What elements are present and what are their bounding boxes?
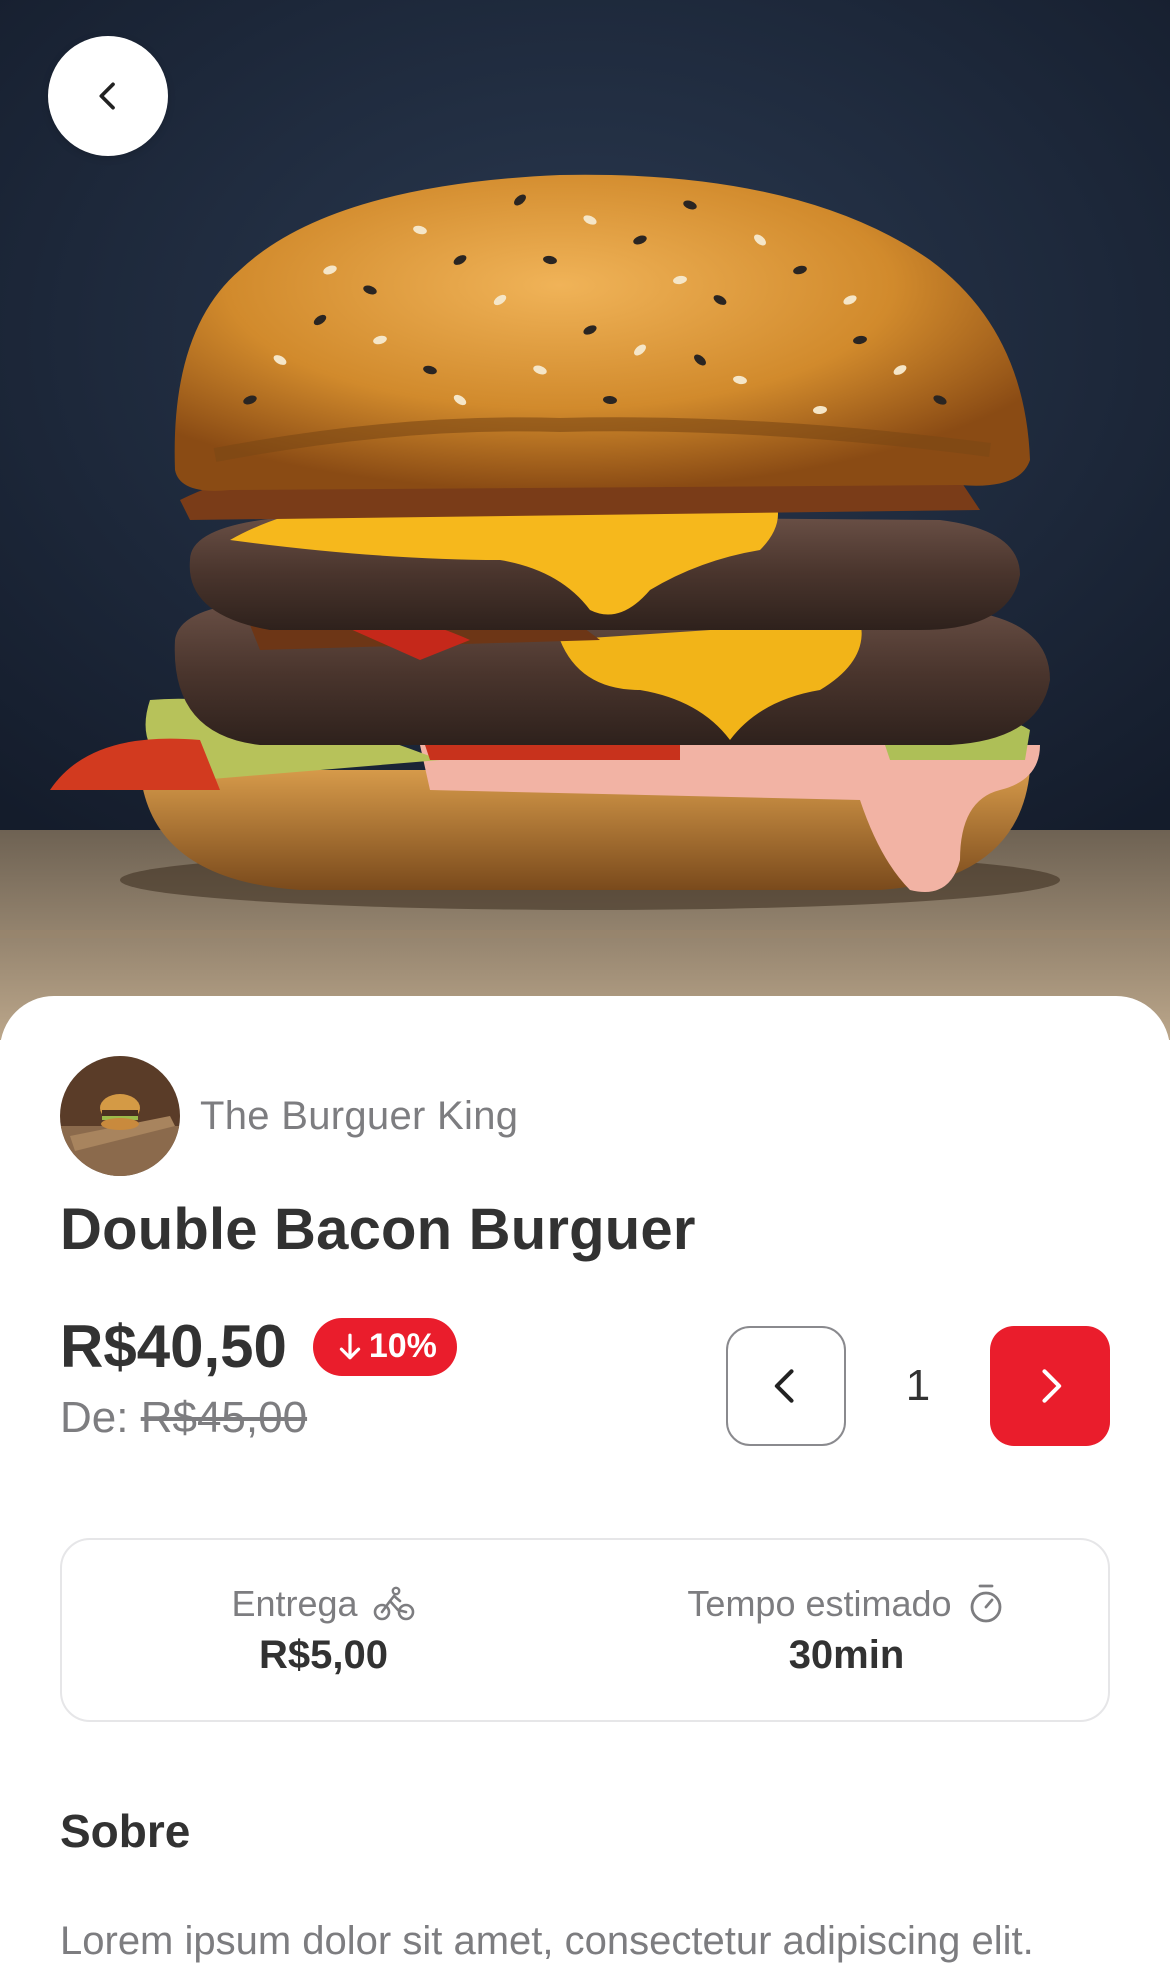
estimated-time-label: Tempo estimado (687, 1582, 952, 1624)
increase-quantity-button[interactable] (990, 1326, 1110, 1446)
delivery-info-card: Entrega R$5,00 Tempo estimado 30min (60, 1538, 1110, 1722)
discount-badge: 10% (312, 1317, 457, 1376)
quantity-stepper: 1 (726, 1326, 1110, 1446)
old-price: R$45,00 (140, 1393, 308, 1442)
estimated-time: Tempo estimado 30min (585, 1540, 1108, 1720)
restaurant-avatar (60, 1056, 180, 1176)
product-details-screen: The Burguer King Double Bacon Burguer R$… (0, 0, 1170, 1986)
restaurant-name: The Burguer King (200, 1093, 519, 1138)
product-image (0, 0, 1170, 1040)
old-price-row: De: R$45,00 (60, 1393, 457, 1443)
delivery-fee-label: Entrega (231, 1582, 358, 1624)
delivery-fee: Entrega R$5,00 (62, 1540, 585, 1720)
quantity-value: 1 (905, 1361, 931, 1410)
chevron-left-icon (774, 1369, 794, 1403)
product-price: R$40,50 (60, 1313, 287, 1380)
chevron-right-icon (1042, 1369, 1062, 1403)
restaurant-info[interactable]: The Burguer King (60, 1056, 518, 1176)
price-block: R$40,50 10% De: R$45,00 (60, 1312, 457, 1443)
product-info-sheet: The Burguer King Double Bacon Burguer R$… (0, 996, 1170, 1986)
bike-icon (373, 1586, 414, 1620)
product-title: Double Bacon Burguer (60, 1197, 696, 1262)
timer-icon (970, 1584, 1001, 1622)
chevron-left-icon (99, 82, 115, 110)
back-button[interactable] (48, 36, 168, 156)
discount-value: 10% (368, 1327, 437, 1365)
delivery-fee-value: R$5,00 (259, 1632, 388, 1677)
decrease-quantity-button[interactable] (726, 1326, 846, 1446)
estimated-time-value: 30min (788, 1632, 905, 1677)
arrow-down-icon (339, 1333, 361, 1359)
old-price-prefix: De: (60, 1393, 129, 1442)
about-title: Sobre (60, 1805, 191, 1857)
about-description: Lorem ipsum dolor sit amet, consectetur … (60, 1919, 1034, 1986)
